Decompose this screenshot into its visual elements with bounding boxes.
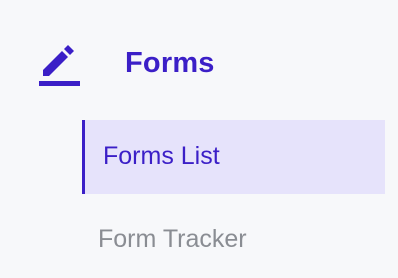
forms-section-header[interactable]: Forms [0,36,398,96]
section-title: Forms [125,47,215,79]
nav-item-label: Forms List [103,142,220,170]
pencil-icon [39,43,81,87]
nav-item-label: Form Tracker [98,225,247,253]
nav-item-forms-list[interactable]: Forms List [82,120,385,194]
nav-item-form-tracker[interactable]: Form Tracker [82,203,385,277]
forms-nav-section: Forms Forms List Form Tracker [0,0,398,278]
